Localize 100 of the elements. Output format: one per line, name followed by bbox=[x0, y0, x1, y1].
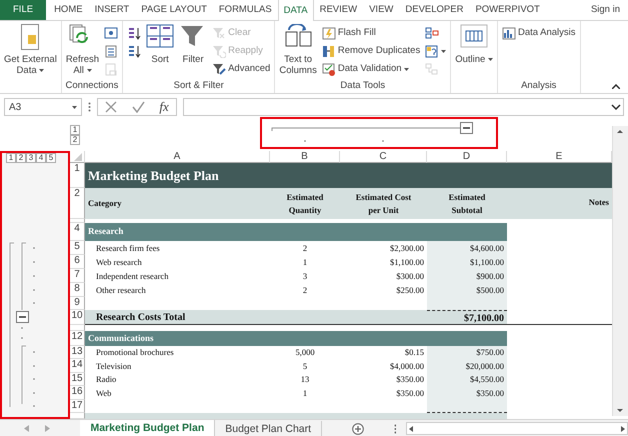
table-cell-text: $2,300.00 bbox=[389, 242, 425, 255]
table-cell: $750.00 bbox=[427, 346, 507, 359]
row-header[interactable]: 5 bbox=[70, 241, 85, 255]
outline-level-button[interactable]: 2 bbox=[70, 135, 80, 145]
connections-icon bbox=[104, 26, 118, 40]
table-cell-text: $350.00 bbox=[395, 386, 425, 400]
ribbon-tab[interactable]: PAGE LAYOUT bbox=[135, 0, 213, 20]
table-cell: $20,000.00 bbox=[427, 359, 507, 373]
name-box[interactable]: A3 bbox=[4, 98, 82, 116]
table-cell: $7,100.00 bbox=[427, 310, 507, 325]
row-header[interactable]: 10 bbox=[70, 310, 85, 325]
row-header[interactable]: 4 bbox=[70, 223, 85, 241]
row-header[interactable]: 7 bbox=[70, 269, 85, 283]
ribbon-button[interactable]: Get External Data bbox=[3, 24, 58, 76]
sheet-tab[interactable]: Marketing Budget Plan bbox=[80, 420, 216, 436]
outline-icon bbox=[460, 24, 488, 50]
next-sheet-icon bbox=[45, 425, 50, 432]
column-header[interactable]: E bbox=[507, 151, 612, 163]
what-if-icon bbox=[425, 44, 440, 58]
ribbon-button[interactable]: Sort bbox=[145, 24, 176, 65]
row-header[interactable]: 6 bbox=[70, 255, 85, 269]
ribbon-tab[interactable]: INSERT bbox=[88, 0, 136, 20]
table-cell: Category bbox=[85, 188, 270, 219]
table-cell: $900.00 bbox=[427, 269, 507, 283]
caret-icon bbox=[488, 58, 493, 61]
ribbon-button[interactable]: Outline bbox=[454, 24, 494, 65]
ribbon-tab[interactable]: DATA bbox=[278, 0, 314, 21]
ribbon-command[interactable]: Flash Fill bbox=[320, 24, 422, 42]
insert-function-button[interactable]: fx bbox=[159, 97, 169, 117]
ribbon-tab[interactable]: POWERPIVOT bbox=[469, 0, 546, 20]
formula-input[interactable] bbox=[183, 98, 624, 116]
validation-icon bbox=[322, 62, 336, 76]
group-label: Connections bbox=[64, 79, 120, 93]
column-header[interactable]: D bbox=[427, 151, 507, 163]
collapse-button[interactable] bbox=[16, 311, 29, 323]
horizontal-scrollbar[interactable] bbox=[406, 422, 628, 435]
file-tab[interactable]: FILE bbox=[0, 0, 46, 20]
ribbon-button[interactable]: Text to Columns bbox=[278, 24, 318, 76]
table-cell-text: 5,000 bbox=[294, 346, 316, 359]
row-header[interactable]: 16 bbox=[70, 386, 85, 400]
column-header[interactable]: A bbox=[85, 151, 270, 163]
ribbon-button[interactable]: Filter bbox=[178, 24, 208, 65]
ribbon-tab[interactable]: FORMULAS bbox=[212, 0, 278, 20]
relationships-icon bbox=[425, 62, 440, 76]
outline-level-button[interactable]: 1 bbox=[6, 153, 16, 163]
outline-level-button[interactable]: 1 bbox=[70, 125, 80, 135]
sign-in-link[interactable]: Sign in bbox=[590, 0, 620, 20]
remove-duplicates-icon bbox=[322, 44, 336, 58]
table-cell: $1,100.00 bbox=[427, 255, 507, 269]
row-header[interactable]: 12 bbox=[70, 331, 85, 346]
table-cell-text: $4,000.00 bbox=[389, 360, 425, 373]
sheet-tab[interactable]: Budget Plan Chart bbox=[215, 420, 322, 436]
row-header[interactable]: 9 bbox=[70, 297, 85, 310]
row-header[interactable]: 8 bbox=[70, 283, 85, 297]
caret-icon bbox=[39, 68, 44, 72]
outline-level-button[interactable]: 3 bbox=[26, 153, 36, 163]
scroll-left-icon bbox=[407, 424, 416, 432]
ribbon-button[interactable]: Refresh All bbox=[64, 24, 100, 76]
ribbon-command[interactable]: Data Validation bbox=[320, 60, 422, 78]
table-cell: $4,600.00 bbox=[427, 241, 507, 255]
column-header[interactable]: B bbox=[270, 151, 340, 163]
table-cell-text: Independent research bbox=[95, 270, 170, 283]
ribbon-command[interactable]: Data Analysis bbox=[500, 24, 577, 42]
reapply-icon bbox=[212, 44, 226, 58]
outline-level-button[interactable]: 5 bbox=[46, 153, 56, 163]
row-header[interactable]: 17 bbox=[70, 400, 85, 413]
ribbon-tab[interactable]: HOME bbox=[48, 0, 89, 20]
consolidate-icon bbox=[425, 26, 440, 40]
collapse-button[interactable] bbox=[460, 122, 473, 134]
more-icon[interactable] bbox=[394, 424, 396, 434]
table-cell-text: $350.00 bbox=[395, 373, 425, 386]
check-icon[interactable] bbox=[132, 101, 145, 113]
row-header[interactable]: 15 bbox=[70, 373, 85, 386]
vertical-scrollbar[interactable] bbox=[612, 126, 628, 416]
table-cell-text: $300.00 bbox=[395, 270, 425, 283]
column-header[interactable]: C bbox=[340, 151, 427, 163]
caret-icon bbox=[86, 68, 92, 72]
row-header[interactable]: 2 bbox=[70, 188, 85, 219]
collapse-ribbon-icon bbox=[612, 84, 620, 89]
table-cell: Marketing Budget Plan bbox=[85, 163, 612, 188]
properties-icon bbox=[104, 44, 118, 58]
row-header[interactable]: 13 bbox=[70, 346, 85, 359]
ribbon-tab[interactable]: DEVELOPER bbox=[399, 0, 470, 20]
ribbon-command[interactable]: Remove Duplicates bbox=[320, 42, 422, 60]
table-cell: Research Costs Total bbox=[85, 310, 427, 325]
row-header[interactable]: 14 bbox=[70, 359, 85, 373]
outline-level-button[interactable]: 4 bbox=[36, 153, 46, 163]
cancel-icon[interactable] bbox=[105, 101, 118, 113]
ribbon-command[interactable]: Advanced bbox=[211, 60, 272, 78]
table-cell-text: $250.00 bbox=[395, 284, 425, 297]
clear-filter-icon bbox=[212, 26, 226, 40]
previous-sheet-icon bbox=[24, 425, 29, 432]
ribbon-tab[interactable]: VIEW bbox=[363, 0, 400, 20]
table-cell-text: Web research bbox=[95, 256, 143, 269]
table-cell-text: Web bbox=[95, 386, 112, 400]
outline-level-button[interactable]: 2 bbox=[16, 153, 26, 163]
ribbon-tab[interactable]: REVIEW bbox=[314, 0, 364, 20]
table-cell: $4,550.00 bbox=[427, 373, 507, 386]
row-header[interactable]: 1 bbox=[70, 163, 85, 188]
add-sheet-icon[interactable] bbox=[352, 422, 364, 434]
